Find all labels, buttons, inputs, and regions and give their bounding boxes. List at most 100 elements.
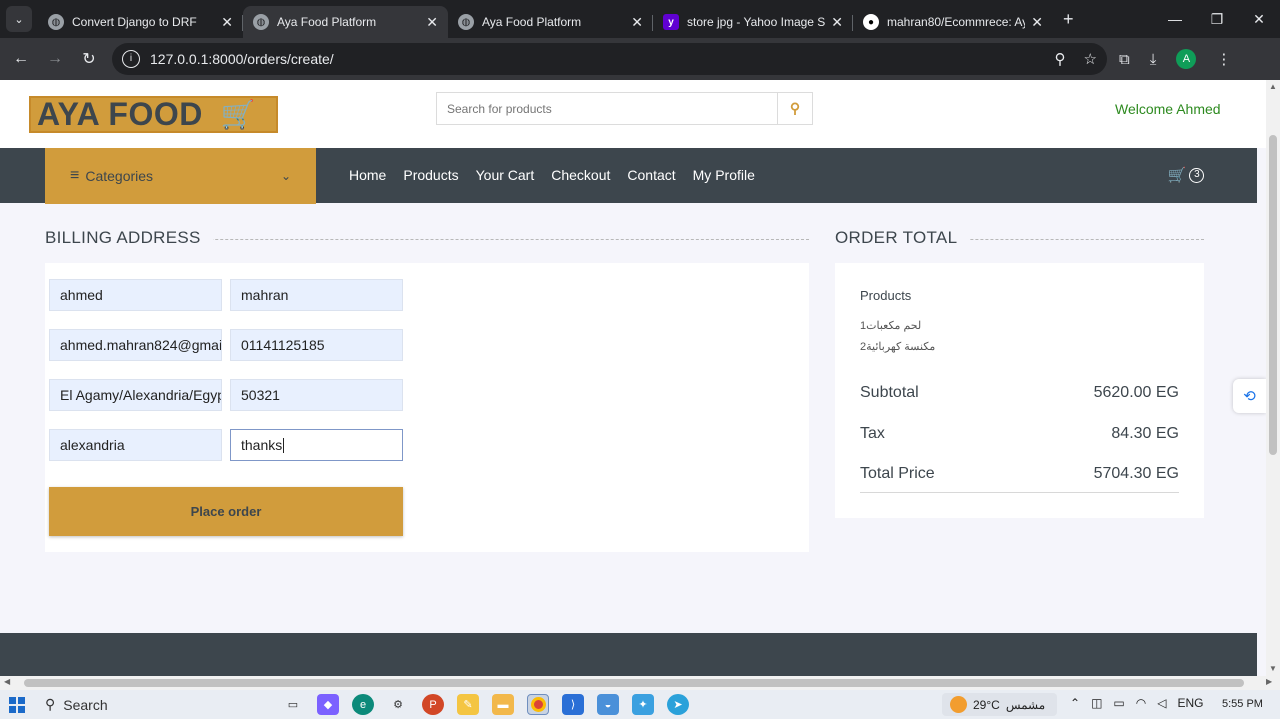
close-tab-icon[interactable]: ✕ [426, 14, 438, 31]
new-tab-icon[interactable]: + [1063, 9, 1074, 30]
tax-value: 84.30 EG [1111, 425, 1179, 442]
notes-field[interactable]: thanks [230, 429, 403, 461]
tab-search-icon[interactable]: ⌄ [6, 6, 32, 32]
categories-dropdown[interactable]: ≡ Categories ⌄ [45, 148, 316, 204]
github-icon: ● [863, 14, 879, 30]
powerpoint-icon[interactable]: P [422, 694, 444, 715]
chevron-down-icon: ⌄ [280, 169, 291, 183]
browser-tab[interactable]: ◍ Convert Django to DRF ✕ [38, 6, 243, 38]
docker-icon[interactable]: ◒ [597, 694, 619, 715]
browser-tab-active[interactable]: ◍ Aya Food Platform ✕ [243, 6, 448, 38]
copilot-icon[interactable]: ◆ [317, 694, 339, 715]
postal-code-field[interactable]: 50321 [230, 379, 403, 411]
vertical-scrollbar[interactable]: ▲ ▼ [1266, 80, 1280, 676]
phone-field[interactable]: 01141125185 [230, 329, 403, 361]
site-info-icon[interactable]: i [122, 50, 140, 68]
clock[interactable]: 5:55 PM [1222, 698, 1263, 710]
subtotal-label: Subtotal [860, 384, 919, 401]
url-bar[interactable]: i 127.0.0.1:8000/orders/create/ ⚲ ☆ [112, 43, 1107, 75]
billing-address-title: BILLING ADDRESS [45, 228, 213, 248]
scroll-left-arrow-icon[interactable]: ◀ [4, 677, 10, 686]
scroll-right-arrow-icon[interactable]: ▶ [1266, 677, 1272, 686]
close-tab-icon[interactable]: ✕ [1031, 14, 1043, 31]
notepad-icon[interactable]: ✎ [457, 694, 479, 715]
reload-icon[interactable]: ↻ [72, 49, 106, 69]
scroll-down-arrow-icon[interactable]: ▼ [1269, 664, 1277, 673]
search-input[interactable] [437, 93, 777, 124]
browser-tab[interactable]: ● mahran80/Ecommrece: Aya ✕ [853, 6, 1053, 38]
browser-menu-icon[interactable]: ⋮ [1216, 50, 1231, 68]
language-indicator[interactable]: ENG [1177, 696, 1203, 710]
billing-form: ahmed mahran ahmed.mahran824@gmail.com 0… [45, 263, 809, 552]
window-controls: — ❐ ✕ [1154, 0, 1280, 38]
yahoo-icon: y [663, 14, 679, 30]
total-row: Total Price 5704.30 EG [860, 465, 1179, 483]
system-tray: ⌃ ◫ ▭ ◠ ◁ ENG [1070, 696, 1203, 710]
weather-widget[interactable]: 29°C مشمس [942, 693, 1057, 716]
address-bar-row: ← → ↻ i 127.0.0.1:8000/orders/create/ ⚲ … [0, 38, 1280, 80]
windows-taskbar: ⚲ Search ▭ ◆ e ⚙ P ✎ ▬ ⟩ ◒ ✦ ➤ 29°C مشمس… [0, 690, 1280, 719]
taskbar-search[interactable]: ⚲ Search [45, 696, 108, 713]
notes-value: thanks [241, 437, 283, 453]
phone-link-icon[interactable]: ◫ [1091, 696, 1102, 710]
nav-your-cart[interactable]: Your Cart [476, 167, 535, 183]
telegram-icon[interactable]: ➤ [667, 694, 689, 715]
address-field[interactable]: El Agamy/Alexandria/Egypt [49, 379, 222, 411]
wifi-icon[interactable]: ◠ [1136, 696, 1146, 710]
minimize-icon[interactable]: — [1154, 11, 1196, 27]
taskbar-search-label: Search [63, 696, 108, 713]
browser-toolbar-icons: ⧉ ⤓ A ⋮ [1119, 49, 1231, 69]
forward-icon[interactable]: → [38, 50, 72, 68]
app-icon[interactable]: ✦ [632, 694, 654, 715]
settings-icon[interactable]: ⚙ [387, 694, 409, 715]
h-scroll-thumb[interactable] [24, 679, 1244, 687]
task-view-icon[interactable]: ▭ [282, 694, 304, 715]
globe-icon: ◍ [48, 14, 64, 30]
translate-extension-icon[interactable]: ⟲ [1233, 379, 1266, 413]
first-name-field[interactable]: ahmed [49, 279, 222, 311]
site-footer [0, 633, 1257, 676]
search-icon[interactable]: ⚲ [777, 93, 812, 124]
bookmark-star-icon[interactable]: ☆ [1084, 50, 1097, 68]
download-icon[interactable]: ⤓ [1150, 51, 1157, 68]
nav-home[interactable]: Home [349, 167, 386, 183]
email-field[interactable]: ahmed.mahran824@gmail.com [49, 329, 222, 361]
windows-start-icon[interactable] [9, 696, 25, 713]
subtotal-row: Subtotal 5620.00 EG [860, 384, 1179, 402]
weather-condition: مشمس [1005, 697, 1046, 712]
close-tab-icon[interactable]: ✕ [831, 14, 843, 31]
place-order-button[interactable]: Place order [49, 487, 403, 536]
browser-tab[interactable]: ◍ Aya Food Platform ✕ [448, 6, 653, 38]
file-explorer-icon[interactable]: ▬ [492, 694, 514, 715]
nav-checkout[interactable]: Checkout [551, 167, 610, 183]
nav-contact[interactable]: Contact [627, 167, 675, 183]
edge-icon[interactable]: e [352, 694, 374, 715]
browser-tab[interactable]: y store jpg - Yahoo Image Sea ✕ [653, 6, 853, 38]
horizontal-scrollbar[interactable]: ◀ ▶ [0, 676, 1280, 690]
chrome-icon[interactable] [527, 694, 549, 715]
close-window-icon[interactable]: ✕ [1238, 11, 1280, 28]
chevron-up-icon[interactable]: ⌃ [1070, 696, 1080, 710]
cart-icon: 🛒 [1167, 167, 1187, 184]
extensions-icon[interactable]: ⧉ [1119, 51, 1130, 68]
zoom-icon[interactable]: ⚲ [1055, 50, 1066, 68]
shopping-cart-icon: 🛒 [220, 99, 257, 130]
scroll-up-arrow-icon[interactable]: ▲ [1269, 82, 1277, 91]
back-icon[interactable]: ← [4, 50, 38, 68]
last-name-field[interactable]: mahran [230, 279, 403, 311]
restore-icon[interactable]: ❐ [1196, 11, 1238, 28]
nav-my-profile[interactable]: My Profile [693, 167, 755, 183]
profile-avatar[interactable]: A [1176, 49, 1197, 69]
site-logo[interactable]: AYA FOOD 🛒 [29, 96, 278, 133]
close-tab-icon[interactable]: ✕ [221, 14, 233, 31]
city-field[interactable]: alexandria [49, 429, 222, 461]
cart-button[interactable]: 🛒 3 [1167, 160, 1205, 190]
battery-icon[interactable]: ▭ [1113, 696, 1124, 710]
nav-products[interactable]: Products [403, 167, 458, 183]
volume-icon[interactable]: ◁ [1157, 696, 1166, 710]
vscode-icon[interactable]: ⟩ [562, 694, 584, 715]
cart-count-badge: 3 [1189, 167, 1205, 183]
close-tab-icon[interactable]: ✕ [631, 14, 643, 31]
scroll-thumb[interactable] [1269, 135, 1277, 455]
pinned-apps: ▭ ◆ e ⚙ P ✎ ▬ ⟩ ◒ ✦ ➤ [282, 694, 689, 715]
